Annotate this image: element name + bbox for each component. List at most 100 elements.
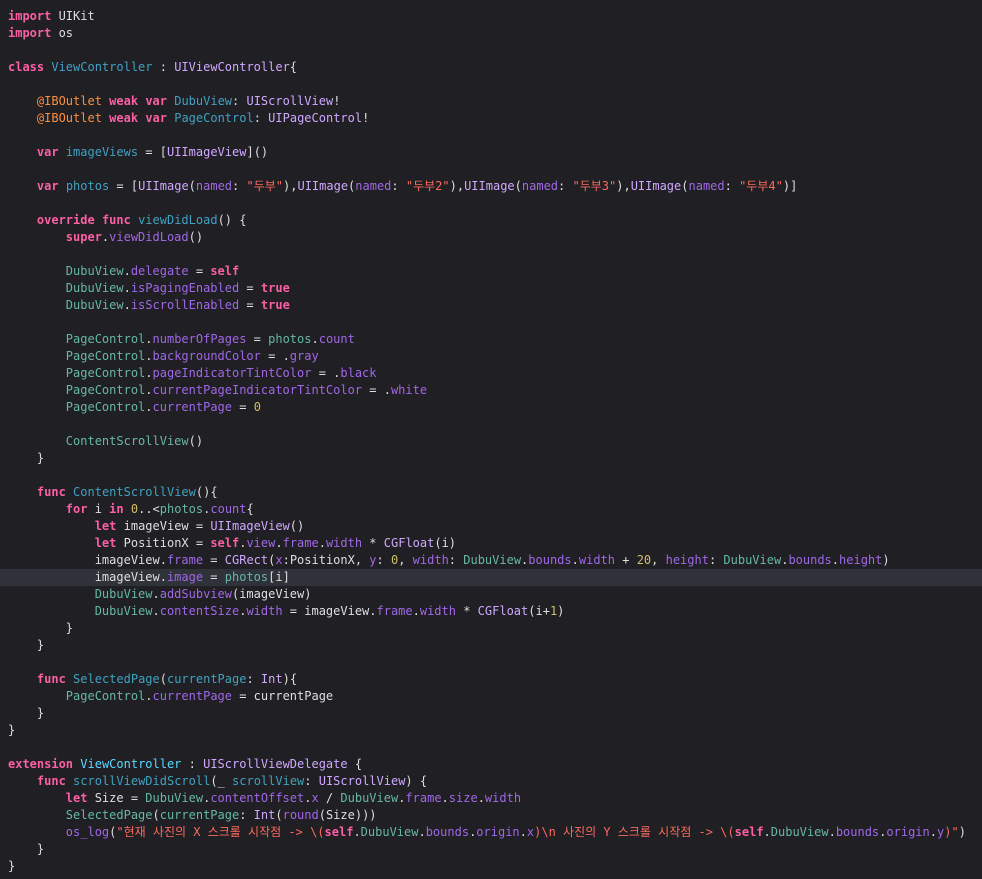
code-line[interactable]: SelectedPage(currentPage: Int(round(Size… [0, 807, 982, 824]
code-token: "현재 사진의 X 스크롤 시작점 -> \( [116, 825, 325, 839]
code-token: count [318, 332, 355, 346]
code-line[interactable]: imageView.frame = CGRect(x:PositionX, y:… [0, 552, 982, 569]
code-line[interactable]: DubuView.isScrollEnabled = true [0, 297, 982, 314]
code-token: / [318, 791, 341, 805]
code-token: :PositionX, [282, 553, 370, 567]
code-line[interactable] [0, 416, 982, 433]
code-line[interactable]: } [0, 841, 982, 858]
code-token: = . [362, 383, 391, 397]
code-token: "두부2" [405, 179, 450, 193]
code-line[interactable]: DubuView.isPagingEnabled = true [0, 280, 982, 297]
code-line[interactable]: PageControl.currentPage = 0 [0, 399, 982, 416]
code-line[interactable] [0, 42, 982, 59]
code-line[interactable]: DubuView.contentSize.width = imageView.f… [0, 603, 982, 620]
code-token: ) [958, 825, 966, 839]
code-token: "두부3" [572, 179, 617, 193]
code-line[interactable]: } [0, 722, 982, 739]
code-token: import [8, 9, 52, 23]
code-line[interactable] [0, 467, 982, 484]
code-token: height [665, 553, 709, 567]
code-line[interactable]: @IBOutlet weak var PageControl: UIPageCo… [0, 110, 982, 127]
code-token: . [831, 553, 840, 567]
code-line[interactable]: PageControl.pageIndicatorTintColor = .bl… [0, 365, 982, 382]
code-token: UIScrollView [246, 94, 334, 108]
code-token: currentPage [166, 672, 247, 686]
code-line[interactable] [0, 195, 982, 212]
code-line[interactable]: super.viewDidLoad() [0, 229, 982, 246]
code-line[interactable] [0, 314, 982, 331]
code-line[interactable]: imageView.image = photos[i] [0, 569, 982, 586]
code-line[interactable]: var imageViews = [UIImageView]() [0, 144, 982, 161]
code-line[interactable]: PageControl.numberOfPages = photos.count [0, 331, 982, 348]
code-line[interactable]: } [0, 620, 982, 637]
code-line[interactable]: DubuView.addSubview(imageView) [0, 586, 982, 603]
code-line[interactable]: @IBOutlet weak var DubuView: UIScrollVie… [0, 93, 982, 110]
code-line[interactable]: PageControl.currentPageIndicatorTintColo… [0, 382, 982, 399]
code-line[interactable]: } [0, 450, 982, 467]
code-token: } [8, 621, 74, 635]
code-line[interactable]: var photos = [UIImage(named: "두부"),UIIma… [0, 178, 982, 195]
code-line[interactable]: os_log("현재 사진의 X 스크롤 시작점 -> \(self.DubuV… [0, 824, 982, 841]
code-line[interactable]: class ViewController : UIViewController{ [0, 59, 982, 76]
code-line[interactable]: extension ViewController : UIScrollViewD… [0, 756, 982, 773]
code-token: frame [166, 553, 204, 567]
code-token: : [239, 808, 254, 822]
code-token: ViewController [51, 60, 153, 74]
code-token: true [260, 281, 290, 295]
code-editor[interactable]: import UIKit import os class ViewControlle… [0, 0, 982, 879]
code-line[interactable]: let imageView = UIImageView() [0, 518, 982, 535]
code-token: ContentScrollView [73, 485, 196, 499]
code-line[interactable]: } [0, 705, 982, 722]
code-token: delegate [130, 264, 189, 278]
code-token: imageView. [8, 553, 167, 567]
code-line[interactable] [0, 161, 982, 178]
code-token: PageControl [65, 366, 146, 380]
code-line[interactable]: DubuView.delegate = self [0, 263, 982, 280]
code-token: = . [311, 366, 341, 380]
code-token: DubuView [94, 604, 153, 618]
code-token: . [571, 553, 579, 567]
code-token: round [282, 808, 319, 822]
code-token: var [145, 111, 167, 125]
code-line[interactable]: func SelectedPage(currentPage: Int){ [0, 671, 982, 688]
code-line[interactable]: import os [0, 25, 982, 42]
code-token: ( [514, 179, 522, 193]
code-line[interactable]: import UIKit [0, 8, 982, 25]
code-token: imageView. [8, 570, 167, 584]
code-token: . [477, 791, 485, 805]
code-token: self [324, 825, 354, 839]
code-token: self [210, 536, 240, 550]
code-token: = [239, 281, 261, 295]
code-line[interactable] [0, 76, 982, 93]
code-line[interactable]: PageControl.backgroundColor = .gray [0, 348, 982, 365]
code-line[interactable]: for i in 0..<photos.count{ [0, 501, 982, 518]
code-token: os_log [65, 825, 110, 839]
code-line[interactable]: PageControl.currentPage = currentPage [0, 688, 982, 705]
code-line[interactable] [0, 246, 982, 263]
code-token: x [275, 553, 283, 567]
code-line[interactable]: ContentScrollView() [0, 433, 982, 450]
code-line[interactable] [0, 654, 982, 671]
code-token: ! [333, 94, 341, 108]
code-line[interactable] [0, 127, 982, 144]
code-token: (i+ [528, 604, 550, 618]
code-line[interactable]: func scrollViewDidScroll(_ scrollView: U… [0, 773, 982, 790]
code-line[interactable]: } [0, 637, 982, 654]
code-token: self [734, 825, 764, 839]
code-line[interactable]: func ContentScrollView(){ [0, 484, 982, 501]
code-line[interactable]: } [0, 858, 982, 875]
code-line[interactable]: let PositionX = self.view.frame.width * … [0, 535, 982, 552]
code-line[interactable]: let Size = DubuView. contentOffset. x / Du… [0, 790, 982, 807]
code-line[interactable]: override func viewDidLoad() { [0, 212, 982, 229]
code-token: for [65, 502, 88, 516]
code-token: : [448, 553, 464, 567]
code-token: DubuView [65, 264, 124, 278]
code-line[interactable] [0, 739, 982, 756]
code-token: . [311, 332, 319, 346]
code-token: 0 [253, 400, 261, 414]
